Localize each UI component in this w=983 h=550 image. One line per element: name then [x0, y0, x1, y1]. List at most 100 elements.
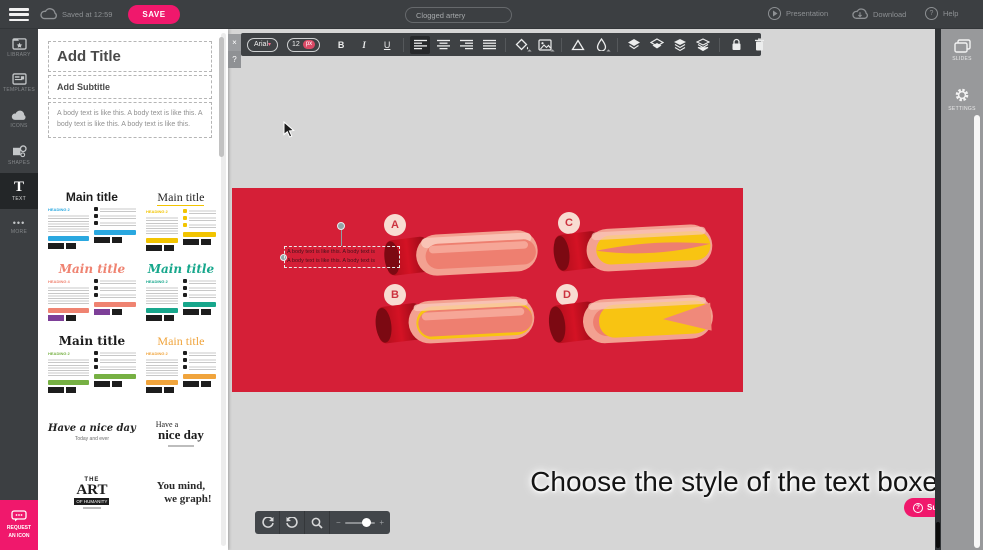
sidebar-item-shapes[interactable]: SHAPES — [0, 137, 38, 173]
chevron-down-icon: ▾ — [268, 41, 271, 48]
align-justify-button[interactable] — [479, 36, 499, 54]
send-backward-button[interactable] — [647, 36, 667, 54]
text-template-grid: Main title HEADING 2 Main title HEADING … — [48, 191, 216, 519]
toolbar-close-button[interactable]: × — [228, 34, 241, 51]
library-icon — [12, 37, 27, 50]
topbar: Saved at 12:59 SAVE Presentation Downloa… — [0, 0, 983, 29]
text-template-the-art[interactable]: THE ART OF HUMANITY — [48, 467, 136, 519]
cloud-download-icon — [852, 7, 868, 22]
zoom-slider-handle[interactable] — [362, 518, 371, 527]
sidebar-item-text[interactable]: T TEXT — [0, 173, 38, 209]
rotation-handle[interactable] — [337, 222, 345, 230]
icons-cloud-icon — [11, 110, 27, 121]
lock-button[interactable] — [726, 36, 746, 54]
zoom-in-icon[interactable]: + — [379, 518, 384, 527]
zoom-out-icon[interactable]: − — [336, 518, 341, 527]
artery-illustration-d[interactable] — [544, 288, 720, 350]
sidebar-item-templates[interactable]: TEMPLATES — [0, 65, 38, 101]
text-icon: T — [14, 181, 24, 194]
text-template-serif-orange[interactable]: Main title HEADING 2 — [146, 335, 216, 399]
rotation-handle-stem — [341, 228, 342, 246]
presentation-button[interactable]: Presentation — [768, 7, 828, 20]
underline-button[interactable]: U — [377, 36, 397, 54]
toolbar-help-button[interactable]: ? — [228, 51, 241, 68]
template-title: Main title — [157, 335, 204, 348]
align-center-button[interactable] — [433, 36, 453, 54]
send-to-back-button[interactable] — [693, 36, 713, 54]
question-icon: ? — [913, 503, 923, 513]
slides-button[interactable]: SLIDES — [941, 39, 983, 62]
zoom-slider[interactable]: − + — [330, 518, 390, 527]
slides-icon — [954, 39, 971, 53]
text-template-nice-day-script[interactable]: Have a nice day Today and ever — [48, 407, 136, 459]
hamburger-menu-icon[interactable] — [9, 8, 29, 21]
image-fill-button[interactable] — [535, 36, 555, 54]
artery-illustration-b[interactable] — [370, 290, 542, 350]
text-template-script-teal[interactable]: Main title HEADING 2 — [146, 263, 216, 327]
text-template-serif-yellow[interactable]: Main title HEADING 2 — [146, 191, 216, 255]
saved-status: Saved at 12:59 — [62, 10, 112, 19]
artery-illustration-c[interactable] — [548, 218, 720, 278]
sidebar-item-more[interactable]: ••• MORE — [0, 209, 38, 245]
align-left-button[interactable] — [410, 36, 430, 54]
sidebar-item-icons[interactable]: ICONS — [0, 101, 38, 137]
text-template-slab-green[interactable]: Main title HEADING 2 — [48, 335, 136, 399]
panel-scrollbar[interactable] — [221, 33, 226, 546]
save-button[interactable]: SAVE — [128, 5, 180, 24]
zoom-slider-track[interactable] — [345, 522, 376, 524]
shapes-icon — [12, 145, 27, 158]
text-template-you-mind[interactable]: You mind, we graph! — [146, 467, 216, 519]
mouse-cursor — [283, 121, 295, 143]
artery-illustration-a[interactable] — [378, 224, 546, 282]
text-template-nice-day-mixed[interactable]: Have a nice day — [146, 407, 216, 459]
project-title-input[interactable] — [405, 7, 512, 23]
text-template-script-coral[interactable]: Main title HEADING 4 — [48, 263, 136, 327]
add-title-text: Add Title — [57, 48, 203, 65]
gear-icon — [954, 87, 970, 103]
slide-canvas[interactable]: A B C D — [232, 188, 743, 392]
shadow-button[interactable] — [568, 36, 588, 54]
bold-button[interactable]: B — [331, 36, 351, 54]
italic-button[interactable]: I — [354, 36, 374, 54]
zoom-toolbar: − + — [255, 511, 390, 534]
text-toolbar: Arial ▾ 12 px B I U — [241, 33, 761, 56]
bring-forward-button[interactable] — [624, 36, 644, 54]
play-icon — [768, 7, 781, 20]
template-title: Main title — [148, 263, 214, 276]
body-sample-text: A body text is like this. A body text is… — [57, 109, 203, 131]
body-text-box[interactable]: A body text is like this. A body text is… — [48, 102, 212, 138]
right-scrollbar[interactable] — [974, 115, 980, 548]
opacity-button[interactable] — [591, 36, 611, 54]
template-title: Main title — [66, 191, 118, 204]
templates-icon — [12, 73, 27, 85]
font-family-select[interactable]: Arial ▾ — [247, 38, 278, 52]
left-sidebar: LIBRARY TEMPLATES ICONS SHAPES T TEXT ••… — [0, 29, 38, 550]
template-subtitle: Today and ever — [75, 436, 109, 442]
sidebar-item-library[interactable]: LIBRARY — [0, 29, 38, 65]
fill-color-button[interactable] — [512, 36, 532, 54]
canvas-workspace[interactable]: × ? Arial ▾ 12 px B I U — [228, 29, 935, 550]
template-title: Main title — [157, 191, 204, 206]
speech-bubble-icon — [11, 510, 27, 522]
undo-button[interactable] — [280, 511, 305, 534]
font-size-select[interactable]: 12 px — [287, 38, 320, 52]
tutorial-caption: Choose the style of the text boxes — [520, 466, 952, 498]
bring-to-front-button[interactable] — [670, 36, 690, 54]
delete-button[interactable] — [749, 36, 769, 54]
zoom-search-button[interactable] — [305, 511, 330, 534]
request-an-icon-button[interactable]: REQUESTAN ICON — [0, 500, 38, 550]
add-subtitle-text: Add Subtitle — [57, 82, 203, 92]
text-template-sans-blue[interactable]: Main title HEADING 2 — [48, 191, 136, 255]
align-right-button[interactable] — [456, 36, 476, 54]
text-panel: Add Title Add Subtitle A body text is li… — [38, 29, 228, 550]
download-button[interactable]: Download — [852, 7, 906, 22]
template-title: Have a nice day — [48, 424, 136, 435]
add-title-box[interactable]: Add Title — [48, 41, 212, 72]
selected-textbox[interactable]: A body text is like this. A body text is… — [284, 246, 400, 268]
template-title: Main title — [59, 335, 125, 348]
redo-button[interactable] — [255, 511, 280, 534]
help-button[interactable]: ? Help — [925, 7, 958, 20]
template-title: Main title — [59, 263, 125, 276]
add-subtitle-box[interactable]: Add Subtitle — [48, 75, 212, 99]
settings-button[interactable]: SETTINGS — [941, 87, 983, 112]
